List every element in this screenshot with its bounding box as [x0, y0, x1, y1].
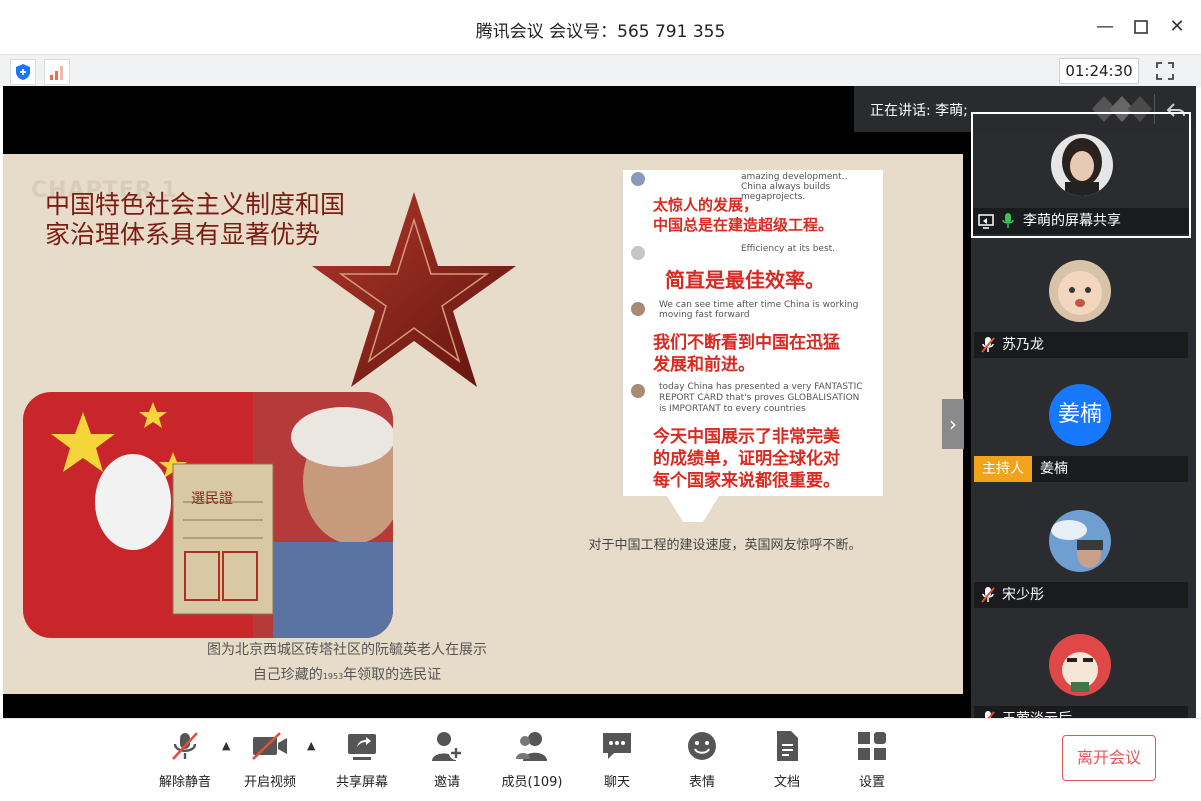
avatar [1049, 634, 1111, 696]
camera-off-icon [252, 732, 287, 760]
comment-english: Efficiency at its best. [741, 244, 836, 254]
chat-label: 聊天 [603, 775, 630, 790]
participant-name: 王莺淡云后 [1002, 706, 1072, 718]
docs-button[interactable]: 文档 [752, 729, 822, 790]
invite-label: 邀请 [433, 775, 460, 790]
avatar [1049, 260, 1111, 322]
participant-label: 李萌的屏幕共享 [973, 208, 1189, 234]
participant-tile[interactable]: 王莺淡云后 [974, 610, 1188, 718]
window-title: 腾讯会议 会议号：565 791 355 [475, 22, 726, 42]
chat-icon [603, 733, 631, 759]
participant-label: 宋少彤 [974, 582, 1188, 608]
participant-tile[interactable]: 姜楠 主持人 姜楠 [974, 360, 1188, 484]
comment-english: today China has presented a very FANTAST… [659, 382, 863, 414]
participant-name: 李萌的屏幕共享 [1023, 213, 1121, 229]
participant-label: 苏乃龙 [974, 332, 1188, 358]
mic-muted-icon [981, 587, 995, 603]
docs-label: 文档 [773, 775, 800, 790]
members-label: 成员(109) [501, 775, 563, 790]
fullscreen-icon[interactable] [1153, 59, 1177, 83]
security-shield-icon[interactable] [10, 59, 36, 85]
presentation-slide: CHAPTER 1 中国特色社会主义制度和国 家治理体系具有显著优势 選民證 图… [3, 154, 963, 694]
comment-chinese: 太惊人的发展， [653, 196, 759, 214]
avatar [1051, 134, 1113, 196]
start-video-label: 开启视频 [243, 775, 296, 790]
video-options-caret-icon[interactable]: ▲ [307, 739, 315, 752]
mic-on-icon [1002, 213, 1014, 228]
status-strip: 01:24:30 [0, 54, 1201, 87]
chat-button[interactable]: 聊天 [582, 729, 652, 790]
emoji-button[interactable]: 表情 [667, 729, 737, 790]
next-page-arrow-icon[interactable]: › [942, 399, 964, 449]
participant-tile[interactable]: 苏乃龙 [974, 236, 1188, 360]
emoji-label: 表情 [688, 775, 715, 790]
emoji-icon [688, 732, 716, 760]
mic-muted-icon [981, 337, 995, 353]
maximize-icon[interactable] [1128, 14, 1154, 40]
share-screen-button[interactable]: 共享屏幕 [327, 729, 397, 790]
add-user-icon [432, 732, 463, 761]
members-button[interactable]: 成员(109) [497, 729, 567, 790]
invite-button[interactable]: 邀请 [412, 729, 482, 790]
comment-chinese: 简直是最佳效率。 [665, 268, 825, 292]
host-badge: 主持人 [974, 456, 1032, 482]
photo-caption: 图为北京西城区砖塔社区的阮毓英老人在展示 自己珍藏的1953年领取的选民证 [163, 638, 531, 689]
photo-caption-year: 1953 [322, 672, 344, 681]
settings-grid-icon [858, 732, 886, 760]
comment-chinese: 每个国家来说都很重要。 [653, 471, 840, 491]
comments-screenshot: amazing development.. China always build… [621, 170, 883, 496]
photo-caption-line: 图为北京西城区砖塔社区的阮毓英老人在展示 [207, 642, 487, 658]
comment-chinese: 发展和前进。 [653, 355, 755, 375]
participant-tile[interactable]: 李萌的屏幕共享 [971, 112, 1191, 238]
audio-options-caret-icon[interactable]: ▲ [222, 739, 230, 752]
voter-card-title: 選民證 [191, 491, 233, 507]
participant-tile[interactable]: 宋少彤 [974, 486, 1188, 610]
screenshot-caption: 对于中国工程的建设速度，英国网友惊呼不断。 [588, 538, 862, 553]
meeting-timer: 01:24:30 [1059, 58, 1139, 84]
comment-chinese: 中国总是在建造超级工程。 [653, 216, 834, 234]
document-icon [777, 731, 798, 761]
network-signal-icon[interactable] [44, 59, 70, 85]
mic-muted-icon [983, 711, 995, 718]
settings-label: 设置 [858, 775, 885, 790]
members-icon [516, 732, 547, 761]
comment-english: amazing development.. China always build… [741, 172, 848, 202]
mic-muted-icon [172, 732, 198, 760]
unmute-button[interactable]: 解除静音 [150, 729, 220, 790]
close-icon[interactable]: ✕ [1164, 14, 1190, 40]
share-screen-icon [348, 734, 376, 760]
avatar: 姜楠 [1049, 384, 1111, 446]
meeting-toolbar: 解除静音 ▲ 开启视频 ▲ 共享屏幕 邀请 成员(109) 聊天 表情 文档 设… [0, 718, 1201, 801]
minimize-icon[interactable]: — [1092, 14, 1118, 40]
participant-name: 苏乃龙 [1002, 337, 1044, 353]
start-video-button[interactable]: 开启视频 [235, 729, 305, 790]
settings-button[interactable]: 设置 [837, 729, 907, 790]
leave-meeting-button[interactable]: 离开会议 [1062, 735, 1156, 781]
callout-pointer [667, 496, 719, 522]
share-screen-label: 共享屏幕 [335, 775, 388, 790]
participant-label: 主持人 姜楠 [974, 456, 1188, 482]
red-star-graphic [312, 192, 516, 387]
participant-name: 宋少彤 [1002, 587, 1044, 603]
speaking-label: 正在讲话: 李萌; [870, 103, 968, 119]
participant-label: 王莺淡云后 [974, 706, 1188, 718]
participant-name: 姜楠 [1040, 461, 1068, 477]
screen-share-icon [978, 214, 994, 229]
unmute-label: 解除静音 [158, 775, 211, 790]
avatar [1049, 510, 1111, 572]
comment-english: We can see time after time China is work… [659, 300, 859, 320]
photo-caption-line: 自己珍藏的1953年领取的选民证 [252, 667, 442, 683]
voter-card-photo: 選民證 [23, 392, 393, 638]
title-bar: 腾讯会议 会议号：565 791 355 — ✕ [0, 0, 1201, 54]
